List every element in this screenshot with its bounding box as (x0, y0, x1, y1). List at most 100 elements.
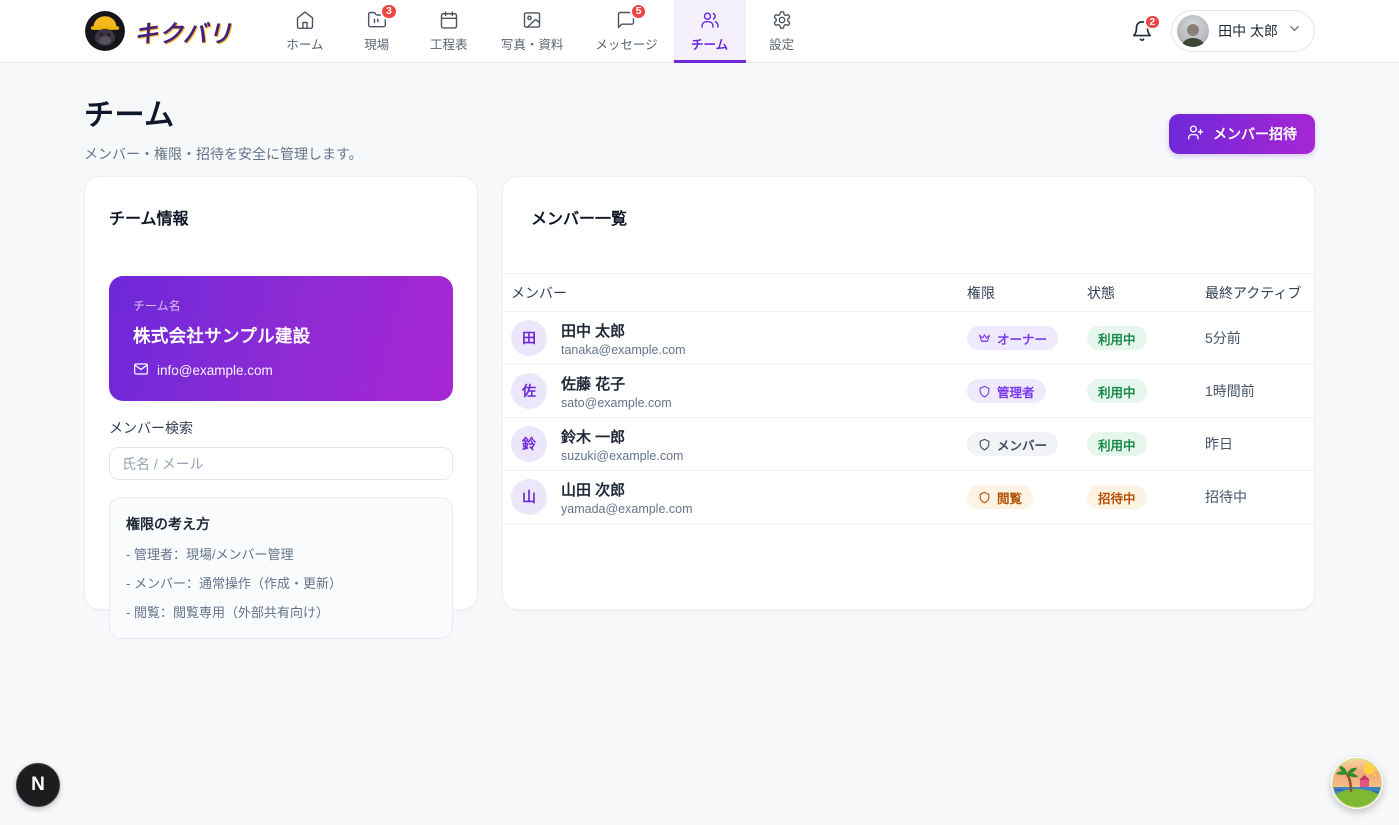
nav-item-label: 工程表 (430, 34, 468, 53)
members-table: メンバー 権限 状態 最終アクティブ 田 田中 太郎 tanaka@exampl… (503, 273, 1314, 524)
shield-icon (978, 438, 991, 451)
brand-name: キクバリ (134, 14, 233, 49)
permission-line: - 管理者：現場/メンバー管理 (126, 544, 436, 563)
avatar: 田 (511, 320, 547, 356)
team-info-card: チーム情報 チーム名 株式会社サンプル建設 info@example.com メ… (84, 176, 478, 610)
gear-icon (772, 10, 792, 30)
nav-item-folder[interactable]: 3 現場 (341, 0, 413, 62)
avatar: 鈴 (511, 426, 547, 462)
top-navigation-bar: キクバリ ホーム 3 現場 工程表 写真・資料 5 メッセージ (0, 0, 1399, 63)
chat-icon: 5 (616, 10, 636, 30)
last-active: 昨日 (1205, 434, 1306, 454)
members-list-card: メンバー一覧 メンバー 権限 状態 最終アクティブ 田 田中 太郎 tanaka… (502, 176, 1315, 610)
table-row[interactable]: 山 山田 次郎 yamada@example.com 閲覧 招待中 招待中 (503, 471, 1314, 524)
bell-icon (1131, 29, 1153, 46)
table-row[interactable]: 佐 佐藤 花子 sato@example.com 管理者 利用中 1時間前 (503, 365, 1314, 418)
nav-item-calendar[interactable]: 工程表 (413, 0, 485, 62)
permission-line: - メンバー：通常操作（作成・更新） (126, 573, 436, 592)
nav-item-gear[interactable]: 設定 (746, 0, 818, 62)
nav-item-home[interactable]: ホーム (269, 0, 341, 62)
column-header-status: 状態 (1087, 283, 1205, 303)
table-row[interactable]: 鈴 鈴木 一郎 suzuki@example.com メンバー 利用中 昨日 (503, 418, 1314, 471)
dev-indicator-button[interactable]: N (16, 763, 60, 807)
member-name: 田中 太郎 (561, 320, 686, 341)
avatar-initial: 鈴 (522, 434, 536, 454)
role-badge: メンバー (967, 432, 1058, 456)
role-badge: 管理者 (967, 379, 1046, 403)
member-email: tanaka@example.com (561, 343, 686, 357)
nav-item-chat[interactable]: 5 メッセージ (579, 0, 673, 62)
avatar-initial: 田 (522, 328, 536, 348)
page-title: チーム (84, 90, 363, 134)
invite-member-label: メンバー招待 (1213, 124, 1297, 144)
nav-item-photo[interactable]: 写真・資料 (485, 0, 580, 62)
notifications-button[interactable]: 2 (1131, 20, 1153, 42)
role-badge: 閲覧 (967, 485, 1033, 509)
chevron-down-icon (1287, 21, 1302, 41)
topbar-right: 2 田中 太郎 (1131, 0, 1315, 62)
status-badge: 利用中 (1087, 379, 1147, 403)
member-search-label: メンバー検索 (109, 418, 453, 438)
mail-icon (133, 361, 149, 380)
members-list-title: メンバー一覧 (503, 205, 1314, 229)
brand-logo[interactable]: キクバリ (84, 0, 233, 62)
page-header: チーム メンバー・権限・招待を安全に管理します。 メンバー招待 (84, 90, 1315, 164)
permissions-info-box: 権限の考え方 - 管理者：現場/メンバー管理 - メンバー：通常操作（作成・更新… (109, 497, 453, 639)
content-cards: チーム情報 チーム名 株式会社サンプル建設 info@example.com メ… (84, 176, 1315, 610)
crown-icon (978, 332, 991, 345)
permissions-title: 権限の考え方 (126, 514, 436, 534)
page-subtitle: メンバー・権限・招待を安全に管理します。 (84, 144, 363, 164)
users-icon (700, 10, 720, 30)
folder-icon: 3 (367, 10, 387, 30)
members-table-body: 田 田中 太郎 tanaka@example.com オーナー 利用中 5分前 … (503, 312, 1314, 524)
last-active: 5分前 (1205, 328, 1306, 348)
permission-line: - 閲覧：閲覧専用（外部共有向け） (126, 602, 436, 621)
avatar-initial: 山 (522, 487, 536, 507)
last-active: 招待中 (1205, 487, 1306, 507)
status-badge: 利用中 (1087, 432, 1147, 456)
helper-widget-button[interactable] (1331, 757, 1383, 809)
avatar: 山 (511, 479, 547, 515)
member-name: 佐藤 花子 (561, 373, 672, 394)
shield-icon (978, 385, 991, 398)
nav-item-label: メッセージ (595, 34, 657, 53)
team-name-panel: チーム名 株式会社サンプル建設 info@example.com (109, 276, 453, 401)
team-info-title: チーム情報 (109, 205, 453, 229)
island-icon (1331, 757, 1383, 809)
column-header-last-active: 最終アクティブ (1205, 283, 1306, 303)
user-plus-icon (1187, 124, 1204, 144)
column-header-role: 権限 (967, 283, 1087, 303)
status-badge: 招待中 (1087, 485, 1147, 509)
table-row[interactable]: 田 田中 太郎 tanaka@example.com オーナー 利用中 5分前 (503, 312, 1314, 365)
last-active: 1時間前 (1205, 381, 1306, 401)
nav-item-label: チーム (691, 34, 728, 53)
nav-item-label: 現場 (364, 34, 389, 53)
photo-icon (522, 10, 542, 30)
team-name-value: 株式会社サンプル建設 (133, 323, 429, 348)
nav-count-badge: 3 (380, 3, 398, 20)
main-nav: ホーム 3 現場 工程表 写真・資料 5 メッセージ チーム 設定 (269, 0, 818, 62)
invite-member-button[interactable]: メンバー招待 (1169, 114, 1315, 154)
avatar: 佐 (511, 373, 547, 409)
dev-indicator-letter: N (31, 774, 45, 796)
avatar-initial: 佐 (522, 381, 536, 401)
member-search-input[interactable] (109, 447, 453, 480)
members-table-header: メンバー 権限 状態 最終アクティブ (503, 273, 1314, 312)
member-email: sato@example.com (561, 396, 672, 410)
column-header-member: メンバー (511, 283, 967, 303)
team-name-label: チーム名 (133, 297, 429, 314)
nav-item-label: 写真・資料 (501, 34, 564, 53)
home-icon (295, 10, 315, 30)
user-menu-button[interactable]: 田中 太郎 (1171, 10, 1315, 52)
calendar-icon (439, 10, 459, 30)
user-name: 田中 太郎 (1218, 21, 1278, 41)
nav-item-users[interactable]: チーム (674, 0, 746, 62)
member-email: suzuki@example.com (561, 449, 683, 463)
gorilla-helmet-logo-icon (84, 10, 126, 52)
status-badge: 利用中 (1087, 326, 1147, 350)
shield-icon (978, 491, 991, 504)
notification-count-badge: 2 (1144, 14, 1162, 30)
nav-item-label: ホーム (286, 34, 323, 53)
nav-item-label: 設定 (769, 34, 794, 53)
member-name: 鈴木 一郎 (561, 426, 683, 447)
